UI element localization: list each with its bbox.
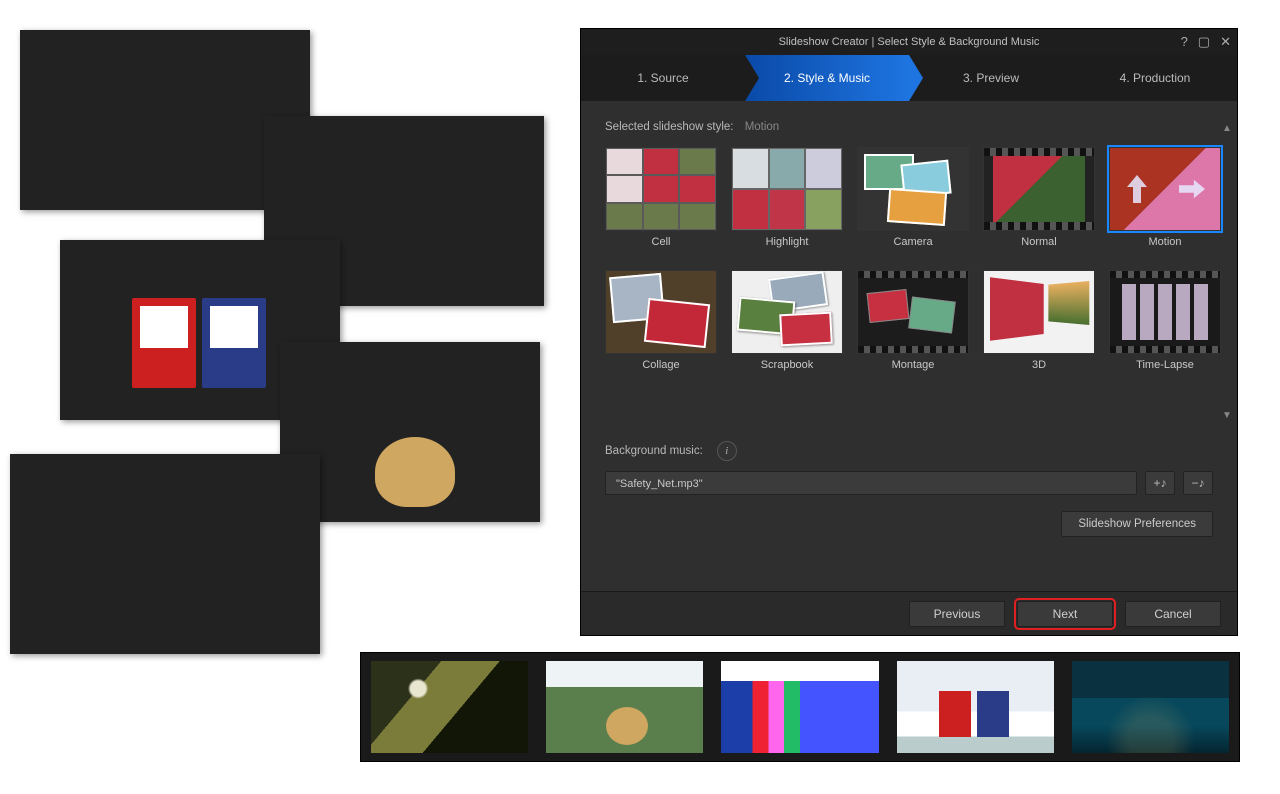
photo-pile bbox=[0, 0, 560, 660]
style-tile-scrapbook[interactable]: Scrapbook bbox=[731, 270, 843, 371]
arrow-right-icon bbox=[1179, 177, 1205, 201]
close-icon[interactable]: ✕ bbox=[1220, 29, 1231, 55]
filmstrip-thumb-vending-machines[interactable] bbox=[897, 661, 1054, 753]
add-music-button[interactable]: +♪ bbox=[1145, 471, 1175, 495]
style-tile-3d[interactable]: 3D bbox=[983, 270, 1095, 371]
style-thumb-collage bbox=[605, 270, 717, 354]
step-source[interactable]: 1. Source bbox=[581, 55, 745, 101]
style-thumb-camera bbox=[857, 147, 969, 231]
filmstrip-thumb-night-city[interactable] bbox=[1072, 661, 1229, 753]
help-icon[interactable]: ? bbox=[1181, 29, 1188, 55]
style-thumb-time-lapse bbox=[1109, 270, 1221, 354]
style-tile-time-lapse[interactable]: Time-Lapse bbox=[1109, 270, 1221, 371]
info-icon[interactable]: i bbox=[717, 441, 737, 461]
style-scrollbar[interactable]: ▲ ▼ bbox=[1221, 123, 1233, 421]
scroll-up-icon[interactable]: ▲ bbox=[1222, 123, 1232, 134]
filmstrip-thumb-convenience-store[interactable] bbox=[721, 661, 878, 753]
wizard-steps: 1. Source 2. Style & Music 3. Preview 4.… bbox=[581, 55, 1237, 101]
style-thumb-cell bbox=[605, 147, 717, 231]
pile-photo-night-city bbox=[10, 454, 320, 654]
bgm-field[interactable]: "Safety_Net.mp3" bbox=[605, 471, 1137, 495]
window-title: Slideshow Creator | Select Style & Backg… bbox=[779, 36, 1040, 48]
slideshow-creator-window: Slideshow Creator | Select Style & Backg… bbox=[580, 28, 1238, 636]
wizard-footer: Previous Next Cancel bbox=[581, 591, 1237, 635]
style-grid: Cell Highlight Camera Normal bbox=[605, 147, 1221, 371]
remove-music-button[interactable]: −♪ bbox=[1183, 471, 1213, 495]
slideshow-preferences-button[interactable]: Slideshow Preferences bbox=[1061, 511, 1213, 537]
maximize-icon[interactable]: ▢ bbox=[1198, 29, 1210, 55]
next-button[interactable]: Next bbox=[1017, 601, 1113, 627]
arrow-up-icon bbox=[1126, 175, 1148, 203]
scroll-down-icon[interactable]: ▼ bbox=[1222, 410, 1232, 421]
selected-style-value: Motion bbox=[745, 121, 780, 133]
window-titlebar: Slideshow Creator | Select Style & Backg… bbox=[581, 29, 1237, 55]
filmstrip-thumb-snow-branches[interactable] bbox=[371, 661, 528, 753]
style-tile-normal[interactable]: Normal bbox=[983, 147, 1095, 248]
style-tile-camera[interactable]: Camera bbox=[857, 147, 969, 248]
selected-style-label: Selected slideshow style: Motion bbox=[605, 121, 1213, 133]
previous-button[interactable]: Previous bbox=[909, 601, 1005, 627]
step-production[interactable]: 4. Production bbox=[1073, 55, 1237, 101]
style-tile-highlight[interactable]: Highlight bbox=[731, 147, 843, 248]
filmstrip bbox=[360, 652, 1240, 762]
style-thumb-3d bbox=[983, 270, 1095, 354]
style-thumb-highlight bbox=[731, 147, 843, 231]
style-tile-motion[interactable]: Motion bbox=[1109, 147, 1221, 248]
step-style-music[interactable]: 2. Style & Music bbox=[745, 55, 909, 101]
step-preview[interactable]: 3. Preview bbox=[909, 55, 1073, 101]
style-tile-cell[interactable]: Cell bbox=[605, 147, 717, 248]
background-music-section: Background music: i "Safety_Net.mp3" +♪ … bbox=[605, 441, 1213, 495]
bgm-label: Background music: bbox=[605, 445, 703, 457]
style-thumb-scrapbook bbox=[731, 270, 843, 354]
style-tile-montage[interactable]: Montage bbox=[857, 270, 969, 371]
filmstrip-thumb-person-hat[interactable] bbox=[546, 661, 703, 753]
cancel-button[interactable]: Cancel bbox=[1125, 601, 1221, 627]
style-thumb-normal bbox=[983, 147, 1095, 231]
style-thumb-motion bbox=[1109, 147, 1221, 231]
style-thumb-montage bbox=[857, 270, 969, 354]
style-tile-collage[interactable]: Collage bbox=[605, 270, 717, 371]
